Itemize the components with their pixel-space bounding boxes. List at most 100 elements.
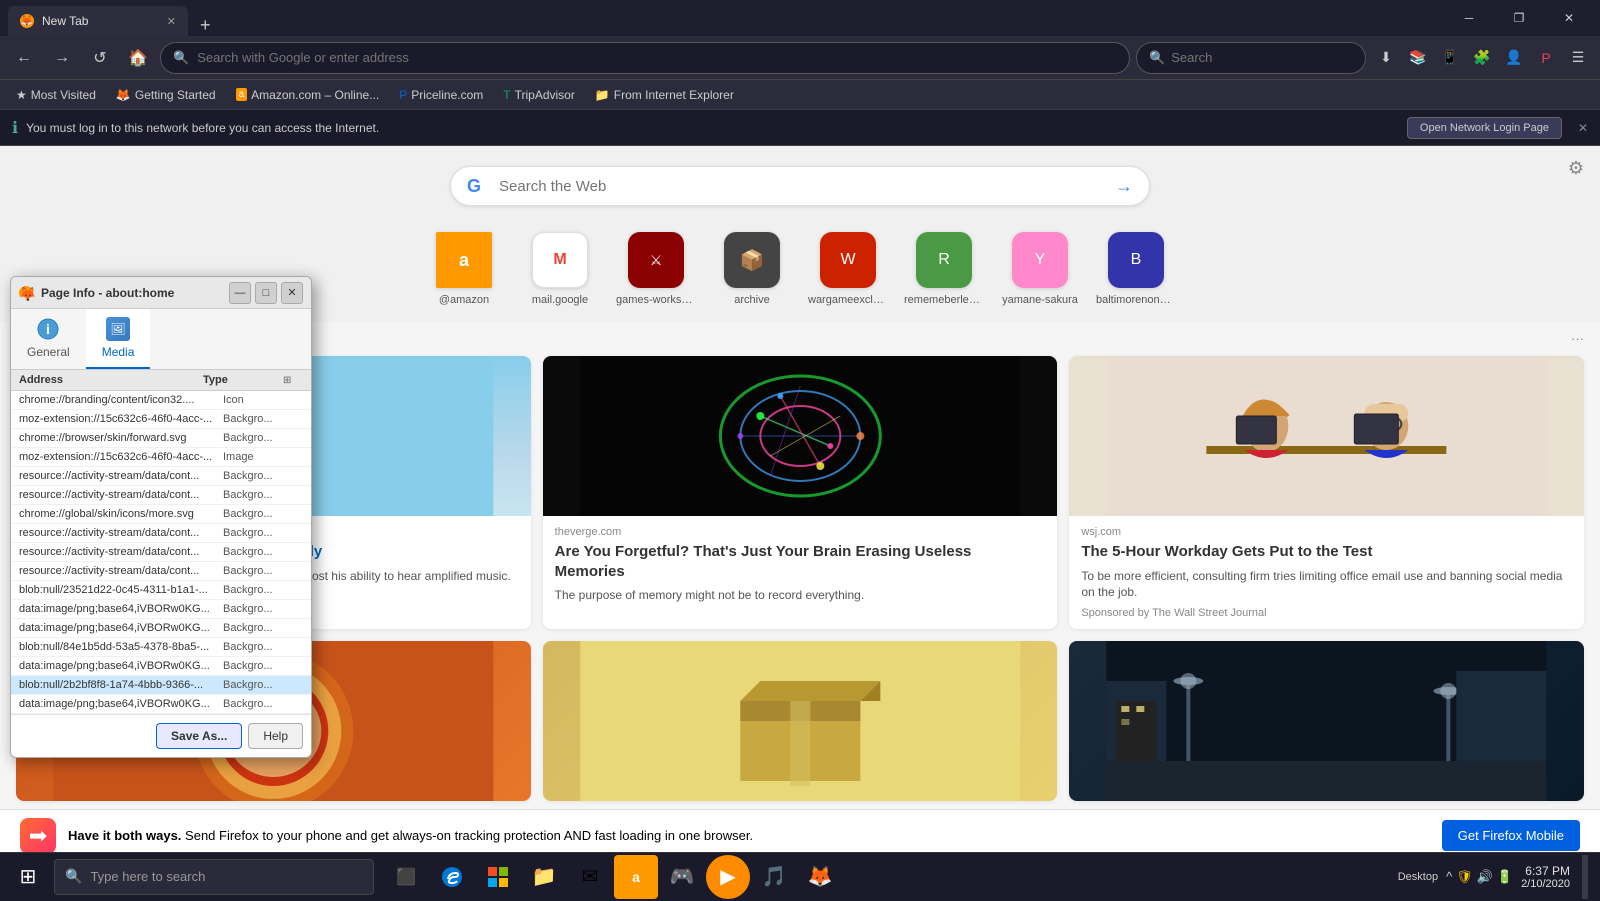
tab-close-btn[interactable]: ✕ — [167, 15, 176, 28]
get-firefox-mobile-button[interactable]: Get Firefox Mobile — [1442, 820, 1580, 851]
downloads-icon[interactable]: ⬇ — [1372, 44, 1400, 72]
table-row[interactable]: data:image/png;base64,iVBORw0KG... Backg… — [11, 600, 311, 619]
network-close-icon[interactable]: ✕ — [1578, 121, 1588, 135]
account-icon[interactable]: 👤 — [1500, 44, 1528, 72]
site-rememberless[interactable]: R rememeberlesf... — [904, 232, 984, 306]
tray-expand-icon[interactable]: ^ — [1446, 869, 1452, 884]
article-title[interactable]: The 5-Hour Workday Gets Put to the Test — [1081, 542, 1572, 562]
table-row[interactable]: resource://activity-stream/data/cont... … — [11, 562, 311, 581]
web-search-input[interactable] — [499, 178, 1105, 195]
clock-area[interactable]: 6:37 PM 2/10/2020 — [1521, 864, 1570, 890]
reload-button[interactable]: ↺ — [84, 42, 116, 74]
article-card-office[interactable]: wsj.com The 5-Hour Workday Gets Put to t… — [1069, 356, 1584, 629]
article-card-box[interactable] — [543, 641, 1058, 801]
close-button[interactable]: ✕ — [1546, 0, 1592, 36]
taskbar-firefox-icon[interactable]: 🦊 — [798, 855, 842, 899]
bookmark-most-visited[interactable]: ★ Most Visited — [8, 86, 104, 104]
bookmark-getting-started[interactable]: 🦊 Getting Started — [108, 86, 224, 104]
settings-icon[interactable]: ⚙ — [1568, 158, 1584, 179]
table-row[interactable]: chrome://global/skin/icons/more.svg Back… — [11, 505, 311, 524]
address-bar[interactable]: 🔍 — [160, 42, 1130, 74]
home-button[interactable]: 🏠 — [122, 42, 154, 74]
start-button[interactable]: ⊞ — [4, 853, 52, 901]
taskbar-edge-icon[interactable] — [430, 855, 474, 899]
menu-icon[interactable]: ☰ — [1564, 44, 1592, 72]
search-input[interactable] — [1171, 50, 1331, 65]
desktop-label[interactable]: Desktop — [1398, 871, 1438, 883]
table-row[interactable]: data:image/png;base64,iVBORw0KG... Backg… — [11, 619, 311, 638]
tray-antivirus-icon[interactable]: 🛡 — [1456, 869, 1473, 885]
bookmark-amazon[interactable]: a Amazon.com – Online... — [228, 86, 388, 104]
table-row-selected[interactable]: blob:null/2b2bf8f8-1a74-4bbb-9366-... Ba… — [11, 676, 311, 695]
article-image-office — [1069, 356, 1584, 516]
article-card-dark[interactable] — [1069, 641, 1584, 801]
bookmark-tripadvisor[interactable]: T TripAdvisor — [495, 86, 583, 104]
table-row[interactable]: moz-extension://15c632c6-46f0-4acc-... I… — [11, 448, 311, 467]
tray-volume-icon[interactable]: 🔊 — [1477, 869, 1493, 885]
library-icon[interactable]: 📚 — [1404, 44, 1432, 72]
network-login-button[interactable]: Open Network Login Page — [1407, 117, 1562, 139]
table-row[interactable]: moz-extension://15c632c6-46f0-4acc-... B… — [11, 410, 311, 429]
search-box[interactable]: 🔍 — [1136, 42, 1366, 74]
site-icon-img: B — [1108, 232, 1164, 288]
dialog-close-btn[interactable]: ✕ — [281, 282, 303, 304]
extensions-icon[interactable]: 🧩 — [1468, 44, 1496, 72]
article-title[interactable]: Are You Forgetful? That's Just Your Brai… — [555, 542, 1046, 581]
taskbar-mail-icon[interactable]: ✉ — [568, 855, 612, 899]
pocket-icon[interactable]: P — [1532, 44, 1560, 72]
table-row[interactable]: data:image/png;base64,iVBORw0KG... Backg… — [11, 695, 311, 714]
dialog-maximize-btn[interactable]: □ — [255, 282, 277, 304]
active-tab[interactable]: 🦊 New Tab ✕ — [8, 6, 188, 36]
taskbar-amazon-icon[interactable]: a — [614, 855, 658, 899]
site-amazon[interactable]: a @amazon — [424, 232, 504, 306]
save-as-button[interactable]: Save As... — [156, 723, 242, 749]
web-search-bar[interactable]: G → — [450, 166, 1150, 206]
back-button[interactable]: ← — [8, 42, 40, 74]
minimize-button[interactable]: ─ — [1446, 0, 1492, 36]
table-row[interactable]: blob:null/23521d22-0c45-4311-b1a1-... Ba… — [11, 581, 311, 600]
address-input[interactable] — [197, 50, 1117, 65]
taskbar-game-icon[interactable]: 🎮 — [660, 855, 704, 899]
table-row[interactable]: chrome://branding/content/icon32.... Ico… — [11, 391, 311, 410]
dialog-tab-media[interactable]: 🖼 Media — [86, 309, 151, 369]
synced-tabs-icon[interactable]: 📱 — [1436, 44, 1464, 72]
taskbar-file-explorer[interactable]: 📁 — [522, 855, 566, 899]
taskbar-task-view[interactable]: ⬛ — [384, 855, 428, 899]
dialog-tab-general[interactable]: i General — [11, 309, 86, 369]
bookmark-priceline[interactable]: P Priceline.com — [391, 86, 491, 104]
table-row[interactable]: resource://activity-stream/data/cont... … — [11, 486, 311, 505]
taskbar-winamp-icon[interactable]: 🎵 — [752, 855, 796, 899]
taskbar-media-icon[interactable]: ▶ — [706, 855, 750, 899]
cell-type: Backgro... — [223, 527, 303, 539]
web-search-submit[interactable]: → — [1115, 176, 1133, 197]
taskbar-store-icon[interactable] — [476, 855, 520, 899]
site-archive[interactable]: 📦 archive — [712, 232, 792, 306]
cell-type: Backgro... — [223, 546, 303, 558]
site-yamane[interactable]: Y yamane-sakura — [1000, 232, 1080, 306]
network-bar: ℹ You must log in to this network before… — [0, 110, 1600, 146]
cell-address: resource://activity-stream/data/cont... — [19, 565, 223, 577]
pocket-more-icon[interactable]: ··· — [1571, 331, 1584, 346]
system-date: 2/10/2020 — [1521, 878, 1570, 890]
help-button[interactable]: Help — [248, 723, 303, 749]
article-card-brain[interactable]: theverge.com Are You Forgetful? That's J… — [543, 356, 1058, 629]
restore-button[interactable]: ❐ — [1496, 0, 1542, 36]
table-row[interactable]: data:image/png;base64,iVBORw0KG... Backg… — [11, 657, 311, 676]
taskbar-search-box[interactable]: 🔍 Type here to search — [54, 859, 374, 895]
table-row[interactable]: chrome://browser/skin/forward.svg Backgr… — [11, 429, 311, 448]
site-baltimore[interactable]: B baltimorenonvi... — [1096, 232, 1176, 306]
col-header-type: Type — [203, 374, 283, 386]
show-desktop-btn[interactable] — [1582, 855, 1588, 899]
table-row[interactable]: resource://activity-stream/data/cont... … — [11, 543, 311, 562]
new-tab-button[interactable]: + — [192, 15, 219, 36]
table-row[interactable]: resource://activity-stream/data/cont... … — [11, 524, 311, 543]
article-desc: To be more efficient, consulting firm tr… — [1081, 568, 1572, 602]
site-wargame[interactable]: W wargameexclusi... — [808, 232, 888, 306]
site-games-workshop[interactable]: ⚔ games-workshop — [616, 232, 696, 306]
forward-button[interactable]: → — [46, 42, 78, 74]
table-row[interactable]: blob:null/84e1b5dd-53a5-4378-8ba5-... Ba… — [11, 638, 311, 657]
dialog-minimize-btn[interactable]: — — [229, 282, 251, 304]
bookmark-ie-folder[interactable]: 📁 From Internet Explorer — [587, 86, 742, 104]
table-row[interactable]: resource://activity-stream/data/cont... … — [11, 467, 311, 486]
site-gmail[interactable]: M mail.google — [520, 232, 600, 306]
